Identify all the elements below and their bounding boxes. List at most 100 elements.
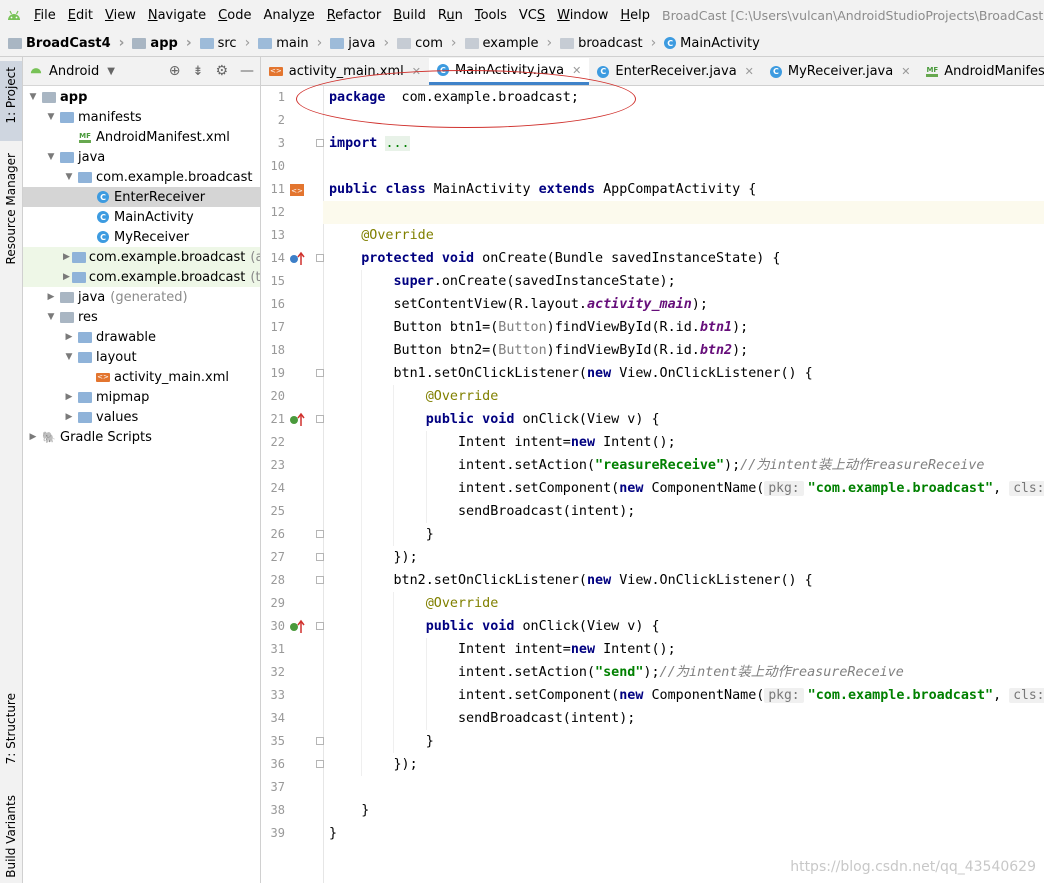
code-line[interactable]: btn1.setOnClickListener(new View.OnClick… (323, 362, 1044, 385)
build-variants-tool-tab[interactable]: Build Variants (0, 795, 22, 879)
chevron-down-icon[interactable]: ▼ (107, 66, 115, 77)
locate-target-icon[interactable]: ⊕ (169, 63, 181, 79)
code-line[interactable] (323, 155, 1044, 178)
editor-tab[interactable]: C MyReceiver.java ✕ (762, 58, 919, 85)
code-line[interactable]: intent.setComponent(new ComponentName(pk… (323, 684, 1044, 707)
editor-tab[interactable]: C EnterReceiver.java ✕ (589, 58, 762, 85)
collapsed-arrow-icon[interactable]: ▶ (63, 412, 75, 422)
project-view-selector[interactable]: Android (49, 64, 99, 79)
implements-method-icon[interactable] (289, 619, 305, 635)
tree-item[interactable]: ▼ com.example.broadcast (23, 167, 260, 187)
menu-view[interactable]: View (99, 8, 142, 23)
gear-icon[interactable]: ⚙ (215, 63, 228, 79)
code-line[interactable]: Button btn1=(Button)findViewById(R.id.bt… (323, 316, 1044, 339)
collapsed-arrow-icon[interactable]: ▶ (63, 332, 75, 342)
tree-item[interactable]: ▼ layout (23, 347, 260, 367)
tree-item[interactable]: ▶ drawable (23, 327, 260, 347)
close-tab-icon[interactable]: ✕ (412, 65, 421, 78)
tree-item[interactable]: C EnterReceiver (23, 187, 260, 207)
tree-item[interactable]: <> activity_main.xml (23, 367, 260, 387)
expanded-arrow-icon[interactable]: ▼ (45, 152, 57, 162)
code-editor[interactable]: 1 2 3 10 11 <> 12 13 14 15 16 17 18 19 20 21 22 23 24 25 26 2… (261, 86, 1044, 883)
code-line[interactable]: }); (323, 753, 1044, 776)
project-tool-tab[interactable]: 1: Project (0, 61, 22, 141)
menu-window[interactable]: Window (551, 8, 614, 23)
code-line[interactable]: } (323, 523, 1044, 546)
code-line[interactable] (323, 776, 1044, 799)
collapsed-arrow-icon[interactable]: ▶ (63, 252, 70, 262)
expanded-arrow-icon[interactable]: ▼ (63, 352, 75, 362)
tree-item[interactable]: MF AndroidManifest.xml (23, 127, 260, 147)
close-tab-icon[interactable]: ✕ (572, 64, 581, 77)
breadcrumb-item[interactable]: main › (250, 35, 322, 51)
tree-item[interactable]: ▶ java (generated) (23, 287, 260, 307)
hide-panel-icon[interactable]: — (240, 63, 254, 79)
code-line[interactable]: package com.example.broadcast; (323, 86, 1044, 109)
close-tab-icon[interactable]: ✕ (901, 65, 910, 78)
tree-item[interactable]: ▶ values (23, 407, 260, 427)
menu-refactor[interactable]: Refactor (321, 8, 388, 23)
menu-vcs[interactable]: VCS (513, 8, 551, 23)
tree-item[interactable]: ▼ manifests (23, 107, 260, 127)
code-line[interactable]: protected void onCreate(Bundle savedInst… (323, 247, 1044, 270)
menu-run[interactable]: Run (432, 8, 469, 23)
code-line[interactable]: public void onClick(View v) { (323, 615, 1044, 638)
code-line[interactable]: intent.setAction("reasureReceive");//为in… (323, 454, 1044, 477)
collapsed-arrow-icon[interactable]: ▶ (45, 292, 57, 302)
code-line[interactable]: import ... (323, 132, 1044, 155)
code-line[interactable]: setContentView(R.layout.activity_main); (323, 293, 1044, 316)
collapse-all-icon[interactable]: ⇟ (193, 64, 204, 79)
editor-tab[interactable]: <> activity_main.xml ✕ (261, 58, 429, 85)
breadcrumb-item[interactable]: example › (457, 35, 552, 51)
implements-method-icon[interactable] (289, 412, 305, 428)
tree-item[interactable]: ▼ res (23, 307, 260, 327)
breadcrumb-item[interactable]: src › (192, 35, 250, 51)
breadcrumb-item[interactable]: BroadCast4 › (0, 35, 124, 51)
code-area[interactable]: package com.example.broadcast; import ...… (323, 86, 1044, 883)
code-line[interactable]: Intent intent=new Intent(); (323, 638, 1044, 661)
editor-tab[interactable]: C MainActivity.java ✕ (428, 58, 590, 85)
code-line[interactable]: @Override (323, 592, 1044, 615)
code-line[interactable]: @Override (323, 385, 1044, 408)
menu-file[interactable]: File (28, 8, 62, 23)
tree-item[interactable]: ▼ java (23, 147, 260, 167)
code-line[interactable]: public void onClick(View v) { (323, 408, 1044, 431)
menu-navigate[interactable]: Navigate (142, 8, 212, 23)
code-line[interactable]: Intent intent=new Intent(); (323, 431, 1044, 454)
code-line[interactable]: @Override (323, 224, 1044, 247)
menu-tools[interactable]: Tools (469, 8, 513, 23)
expanded-arrow-icon[interactable]: ▼ (27, 92, 39, 102)
tree-item[interactable]: C MyReceiver (23, 227, 260, 247)
collapsed-arrow-icon[interactable]: ▶ (27, 432, 39, 442)
tree-item[interactable]: ▼ app (23, 87, 260, 107)
code-line[interactable]: sendBroadcast(intent); (323, 707, 1044, 730)
code-line[interactable]: } (323, 730, 1044, 753)
breadcrumb-item[interactable]: C MainActivity (656, 36, 760, 51)
folded-imports[interactable]: ... (385, 136, 410, 151)
breadcrumb-item[interactable]: com › (389, 35, 457, 51)
tree-item[interactable]: ▶ com.example.broadcast (test) (23, 267, 260, 287)
related-layout-icon[interactable]: <> (289, 182, 305, 198)
close-tab-icon[interactable]: ✕ (745, 65, 754, 78)
code-line[interactable]: intent.setComponent(new ComponentName(pk… (323, 477, 1044, 500)
code-line[interactable] (323, 109, 1044, 132)
breadcrumb-item[interactable]: app › (124, 35, 192, 51)
collapsed-arrow-icon[interactable]: ▶ (63, 392, 75, 402)
breadcrumb-item[interactable]: java › (322, 35, 389, 51)
code-line[interactable]: } (323, 822, 1044, 845)
code-line[interactable]: btn2.setOnClickListener(new View.OnClick… (323, 569, 1044, 592)
breadcrumb-item[interactable]: broadcast › (552, 35, 656, 51)
code-line[interactable] (323, 201, 1044, 224)
expanded-arrow-icon[interactable]: ▼ (63, 172, 75, 182)
code-line[interactable]: sendBroadcast(intent); (323, 500, 1044, 523)
code-line[interactable]: super.onCreate(savedInstanceState); (323, 270, 1044, 293)
tree-item[interactable]: C MainActivity (23, 207, 260, 227)
tree-item[interactable]: ▶ 🐘 Gradle Scripts (23, 427, 260, 447)
code-line[interactable]: public class MainActivity extends AppCom… (323, 178, 1044, 201)
menu-analyze[interactable]: Analyze (257, 8, 320, 23)
expanded-arrow-icon[interactable]: ▼ (45, 112, 57, 122)
overrides-method-icon[interactable] (289, 251, 305, 267)
structure-tool-tab[interactable]: 7: Structure (0, 693, 22, 777)
expanded-arrow-icon[interactable]: ▼ (45, 312, 57, 322)
editor-tab[interactable]: MFAndroidManifest.xml✕ (918, 58, 1044, 85)
